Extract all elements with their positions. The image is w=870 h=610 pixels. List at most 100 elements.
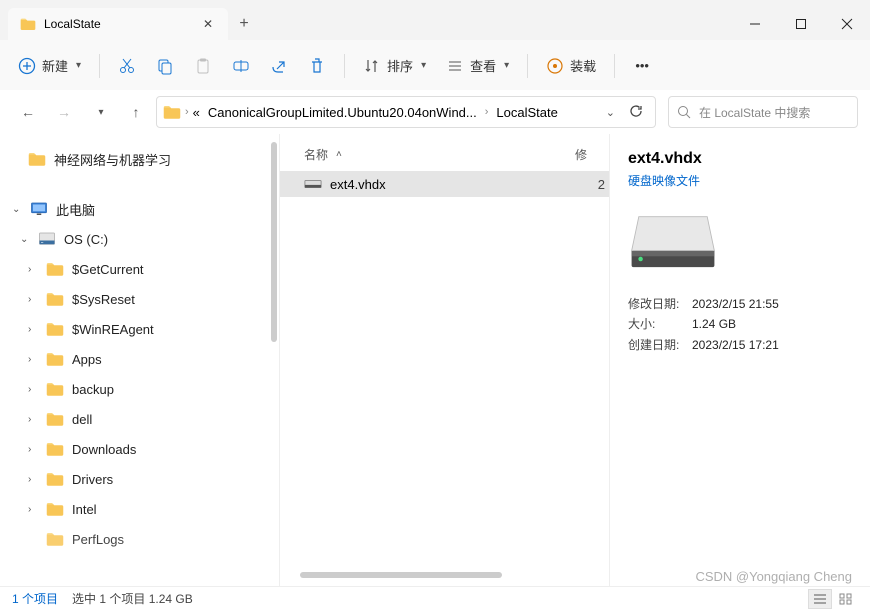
sidebar-item-drive[interactable]: ⌄ OS (C:) — [0, 224, 279, 254]
rename-icon — [232, 57, 250, 75]
close-button[interactable] — [824, 8, 870, 40]
chevron-down-icon: ▾ — [76, 60, 81, 71]
mount-button[interactable]: 装载 — [538, 50, 604, 81]
sort-button[interactable]: 排序 ▾ — [355, 50, 434, 81]
breadcrumb-segment[interactable]: CanonicalGroupLimited.Ubuntu20.04onWind.… — [204, 103, 481, 122]
sidebar-item-favorite[interactable]: 神经网络与机器学习 — [0, 144, 279, 174]
details-pane: ext4.vhdx 硬盘映像文件 修改日期:2023/2/15 21:55 大小… — [610, 134, 870, 586]
chevron-right-icon[interactable]: › — [28, 444, 42, 455]
sidebar-item-folder[interactable]: ›Drivers — [0, 464, 279, 494]
separator — [99, 54, 100, 78]
chevron-down-icon[interactable]: ⌄ — [12, 204, 26, 215]
chevron-right-icon[interactable]: › — [28, 264, 42, 275]
address-dropdown[interactable]: ⌄ — [602, 106, 619, 119]
details-view-button[interactable] — [808, 589, 832, 609]
sort-asc-icon: ˄ — [336, 149, 342, 160]
up-button[interactable]: ↑ — [120, 96, 152, 128]
chevron-right-icon[interactable]: › — [28, 324, 42, 335]
separator — [527, 54, 528, 78]
refresh-button[interactable] — [623, 104, 649, 121]
folder-icon — [46, 531, 64, 547]
paste-icon — [194, 57, 212, 75]
chevron-right-icon: › — [485, 106, 489, 118]
share-icon — [270, 57, 288, 75]
chevron-down-icon: ▾ — [504, 60, 509, 71]
breadcrumb-segment[interactable]: LocalState — [492, 103, 561, 122]
sidebar-item-folder[interactable]: ›Downloads — [0, 434, 279, 464]
address-bar[interactable]: › « CanonicalGroupLimited.Ubuntu20.04onW… — [156, 96, 656, 128]
cut-button[interactable] — [110, 51, 144, 81]
chevron-right-icon[interactable]: › — [28, 354, 42, 365]
folder-icon — [46, 261, 64, 277]
status-count: 1 个项目 — [12, 590, 58, 607]
more-button[interactable]: ••• — [625, 51, 659, 81]
sort-label: 排序 — [387, 56, 413, 75]
copy-button[interactable] — [148, 51, 182, 81]
folder-icon — [46, 351, 64, 367]
delete-icon — [308, 57, 326, 75]
sidebar-item-folder[interactable]: ›Apps — [0, 344, 279, 374]
scrollbar[interactable] — [269, 134, 279, 586]
scroll-thumb[interactable] — [300, 572, 502, 578]
chevron-right-icon[interactable]: › — [28, 474, 42, 485]
file-list: 名称˄ 修 ext4.vhdx 2 — [280, 134, 610, 586]
delete-button[interactable] — [300, 51, 334, 81]
disk-file-icon — [304, 177, 322, 191]
folder-icon — [46, 471, 64, 487]
chevron-down-icon: ▾ — [421, 60, 426, 71]
back-button[interactable]: ← — [12, 96, 44, 128]
minimize-button[interactable] — [732, 8, 778, 40]
sidebar-item-folder[interactable]: ›backup — [0, 374, 279, 404]
sidebar-item-folder[interactable]: ›$GetCurrent — [0, 254, 279, 284]
chevron-right-icon[interactable]: › — [28, 414, 42, 425]
scrollbar[interactable] — [300, 572, 589, 582]
cut-icon — [118, 57, 136, 75]
separator — [344, 54, 345, 78]
search-input[interactable]: 在 LocalState 中搜索 — [668, 96, 858, 128]
created-label: 创建日期: — [628, 335, 684, 355]
drive-icon — [38, 231, 56, 247]
file-date-partial: 2 — [591, 177, 609, 192]
forward-button[interactable]: → — [48, 96, 80, 128]
sidebar-item-folder[interactable]: ›$SysReset — [0, 284, 279, 314]
sidebar-item-folder[interactable]: ›Intel — [0, 494, 279, 524]
drive-large-icon — [628, 211, 718, 271]
column-header-name[interactable]: 名称˄ — [304, 146, 575, 163]
view-icon — [446, 57, 464, 75]
sidebar-item-folder[interactable]: ›dell — [0, 404, 279, 434]
chevron-right-icon[interactable]: › — [28, 384, 42, 395]
chevron-right-icon[interactable]: › — [28, 294, 42, 305]
recent-button[interactable]: ▾ — [84, 96, 116, 128]
sidebar-item-thispc[interactable]: ⌄ 此电脑 — [0, 194, 279, 224]
sidebar-item-folder[interactable]: ›$WinREAgent — [0, 314, 279, 344]
window-tab[interactable]: LocalState ✕ — [8, 8, 228, 40]
sidebar-item-folder[interactable]: PerfLogs — [0, 524, 279, 554]
close-tab-icon[interactable]: ✕ — [200, 17, 216, 31]
file-name: ext4.vhdx — [330, 177, 591, 192]
paste-button[interactable] — [186, 51, 220, 81]
modified-label: 修改日期: — [628, 294, 684, 314]
column-header-date[interactable]: 修 — [575, 146, 589, 163]
folder-icon — [46, 441, 64, 457]
new-label: 新建 — [42, 56, 68, 75]
share-button[interactable] — [262, 51, 296, 81]
status-selection: 选中 1 个项目 1.24 GB — [72, 590, 193, 607]
file-row[interactable]: ext4.vhdx 2 — [280, 171, 609, 197]
more-icon: ••• — [633, 57, 651, 75]
modified-value: 2023/2/15 21:55 — [692, 294, 779, 314]
view-button[interactable]: 查看 ▾ — [438, 50, 517, 81]
rename-button[interactable] — [224, 51, 258, 81]
breadcrumb-overflow[interactable]: « — [193, 105, 200, 120]
folder-icon — [46, 321, 64, 337]
details-title: ext4.vhdx — [628, 150, 852, 168]
new-button[interactable]: 新建 ▾ — [10, 50, 89, 81]
chevron-down-icon[interactable]: ⌄ — [20, 234, 34, 245]
icons-view-button[interactable] — [834, 589, 858, 609]
folder-icon — [20, 17, 36, 31]
scroll-thumb[interactable] — [271, 142, 277, 342]
chevron-right-icon[interactable]: › — [28, 504, 42, 515]
search-icon — [677, 105, 691, 119]
new-tab-button[interactable]: + — [228, 8, 260, 40]
mount-label: 装载 — [570, 56, 596, 75]
maximize-button[interactable] — [778, 8, 824, 40]
